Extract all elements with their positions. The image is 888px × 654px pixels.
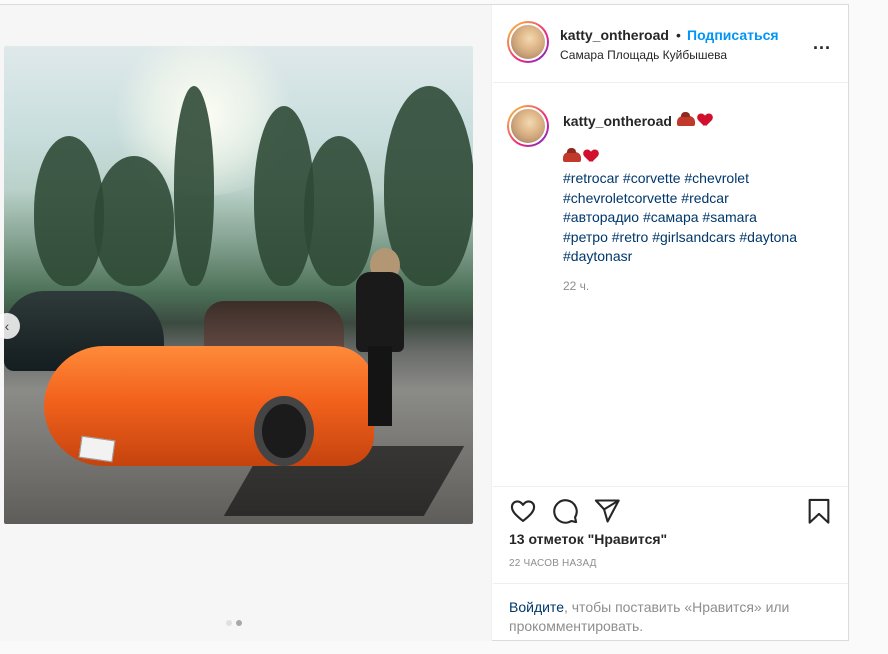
heart-emoji-icon [698,114,712,127]
login-prompt: Войдите, чтобы поставить «Нравится» или … [493,583,848,641]
action-bar [493,486,848,536]
tree [304,136,374,286]
location-link[interactable]: Самара Площадь Куйбышева [560,48,727,62]
follow-button[interactable]: Подписаться [687,27,779,43]
post-timestamp[interactable]: 22 ЧАСОВ НАЗАД [509,558,597,569]
post-dialog: ‹ katty_ontheroad • Подписаться Самара П… [0,4,849,641]
hashtag-line[interactable]: #ретро #retro #girlsandcars #daytona [563,228,833,248]
comment-bubble-icon[interactable] [551,497,579,525]
carousel-dot [226,620,232,626]
hashtag-line[interactable]: #daytonasr [563,247,833,267]
avatar-image [509,107,547,145]
caption-timestamp[interactable]: 22 ч. [563,279,589,293]
separator-dot: • [676,27,681,43]
caption-avatar[interactable] [507,105,549,147]
car-emoji-icon [677,112,695,126]
car-emoji-icon [563,148,581,162]
emoji-group [677,112,712,131]
heart-emoji-icon [584,150,598,163]
post-sidebar: katty_ontheroad • Подписаться Самара Пло… [493,5,848,641]
login-link[interactable]: Войдите [509,599,564,615]
carousel-dot-active [236,620,242,626]
license-plate [78,435,116,463]
username-link[interactable]: katty_ontheroad [560,27,669,43]
tree [174,86,214,286]
hashtag-line[interactable]: #авторадио #самара #samara [563,208,833,228]
hashtag-line[interactable]: #chevroletcorvette #redcar [563,189,833,209]
post-photo[interactable] [4,46,473,524]
post-media: ‹ [0,5,492,641]
heart-outline-icon[interactable] [509,497,537,525]
tree [94,156,174,286]
hashtag-list: #retrocar #corvette #chevrolet #chevrole… [563,169,833,267]
hashtag-line[interactable]: #retrocar #corvette #chevrolet [563,169,833,189]
like-count[interactable]: 13 отметок "Нравится" [509,531,667,547]
person-body [356,272,404,352]
carousel-indicator [226,620,242,626]
bookmark-icon[interactable] [805,497,833,525]
avatar[interactable] [507,21,549,63]
paper-plane-icon[interactable] [593,497,621,525]
more-options-icon[interactable]: ... [813,33,831,54]
caption-area: katty_ontheroad #retrocar #corvette #che… [493,83,848,485]
avatar-image [509,23,547,61]
post-header: katty_ontheroad • Подписаться Самара Пло… [493,5,848,83]
car-wheel [254,396,314,466]
caption-username[interactable]: katty_ontheroad [563,113,672,129]
person-legs [368,346,392,426]
chevron-left-icon: ‹ [4,318,10,334]
caption-emoji-group [563,148,598,167]
